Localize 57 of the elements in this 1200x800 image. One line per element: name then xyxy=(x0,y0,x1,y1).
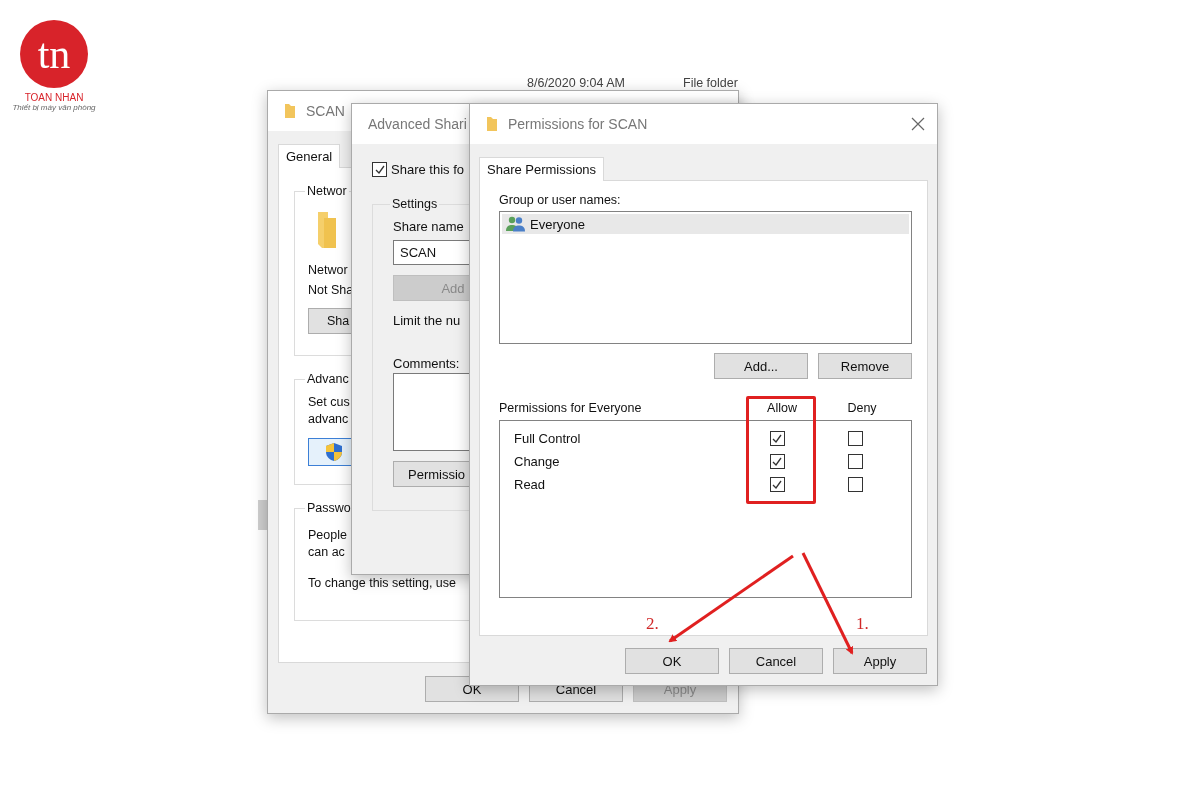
step-label: 2. xyxy=(646,614,659,634)
check-icon xyxy=(771,478,783,491)
column-header: Allow xyxy=(766,401,798,415)
users-icon xyxy=(506,216,526,232)
group-label: Networ xyxy=(306,184,348,198)
field-label: Share name xyxy=(393,219,464,234)
checkbox[interactable] xyxy=(769,431,785,446)
date-modified: 8/6/2020 9:04 AM xyxy=(527,76,625,90)
permission-name: Read xyxy=(514,477,547,492)
window-title: SCAN xyxy=(306,103,345,119)
dialog-button[interactable]: Apply xyxy=(833,648,927,674)
column-header: Deny xyxy=(846,401,878,415)
note-text: To change this setting, use xyxy=(308,576,456,590)
tab[interactable]: Share Permissions xyxy=(479,157,605,181)
permission-name: Full Control xyxy=(514,431,582,446)
checkbox[interactable] xyxy=(769,477,785,492)
logo-mark: tn xyxy=(20,20,88,88)
item-type: File folder xyxy=(683,76,738,90)
logo-tagline: Thiết bị máy văn phòng xyxy=(12,103,96,112)
tab[interactable]: General xyxy=(278,144,341,168)
description-text: People xyxy=(308,527,347,544)
window-title: Permissions for SCAN xyxy=(508,116,648,132)
shield-icon xyxy=(325,442,343,462)
logo-name: TOAN NHAN xyxy=(24,92,84,103)
folder-icon xyxy=(486,116,498,132)
field-label: Comments: xyxy=(393,356,460,371)
user-item[interactable]: Everyone xyxy=(502,214,909,234)
group-label: Passwo xyxy=(306,501,352,515)
checkbox[interactable] xyxy=(847,431,863,446)
checkbox[interactable] xyxy=(769,454,785,469)
description-text: advanc xyxy=(308,411,349,428)
group-label: Advanc xyxy=(306,372,350,386)
dialog-button[interactable]: OK xyxy=(625,648,719,674)
table-label: Permissions for Everyone xyxy=(499,401,643,415)
dialog-button[interactable]: Cancel xyxy=(729,648,823,674)
limit-text: Limit the nu xyxy=(393,313,461,328)
permission-name: Change xyxy=(514,454,561,469)
list-button[interactable]: Add... xyxy=(714,353,808,379)
window-title: Advanced Shari xyxy=(368,116,467,132)
step-label: 1. xyxy=(856,614,869,634)
check-icon xyxy=(373,163,386,176)
list-label: Group or user names: xyxy=(499,193,622,207)
check-icon xyxy=(771,455,783,468)
checkbox[interactable] xyxy=(847,454,863,469)
checkbox[interactable] xyxy=(847,477,863,492)
selection-bar xyxy=(258,500,267,530)
status-text: Networ xyxy=(308,262,348,279)
close-icon[interactable] xyxy=(911,117,925,131)
checkbox-label: Share this fo xyxy=(391,162,464,177)
folder-icon xyxy=(284,103,296,119)
list-button[interactable]: Remove xyxy=(818,353,912,379)
check-icon xyxy=(771,432,783,445)
group-label: Settings xyxy=(391,197,439,211)
description-text: can ac xyxy=(308,544,345,561)
description-text: Set cus xyxy=(308,394,350,411)
user-name: Everyone xyxy=(530,216,585,232)
checkbox[interactable] xyxy=(372,162,387,177)
